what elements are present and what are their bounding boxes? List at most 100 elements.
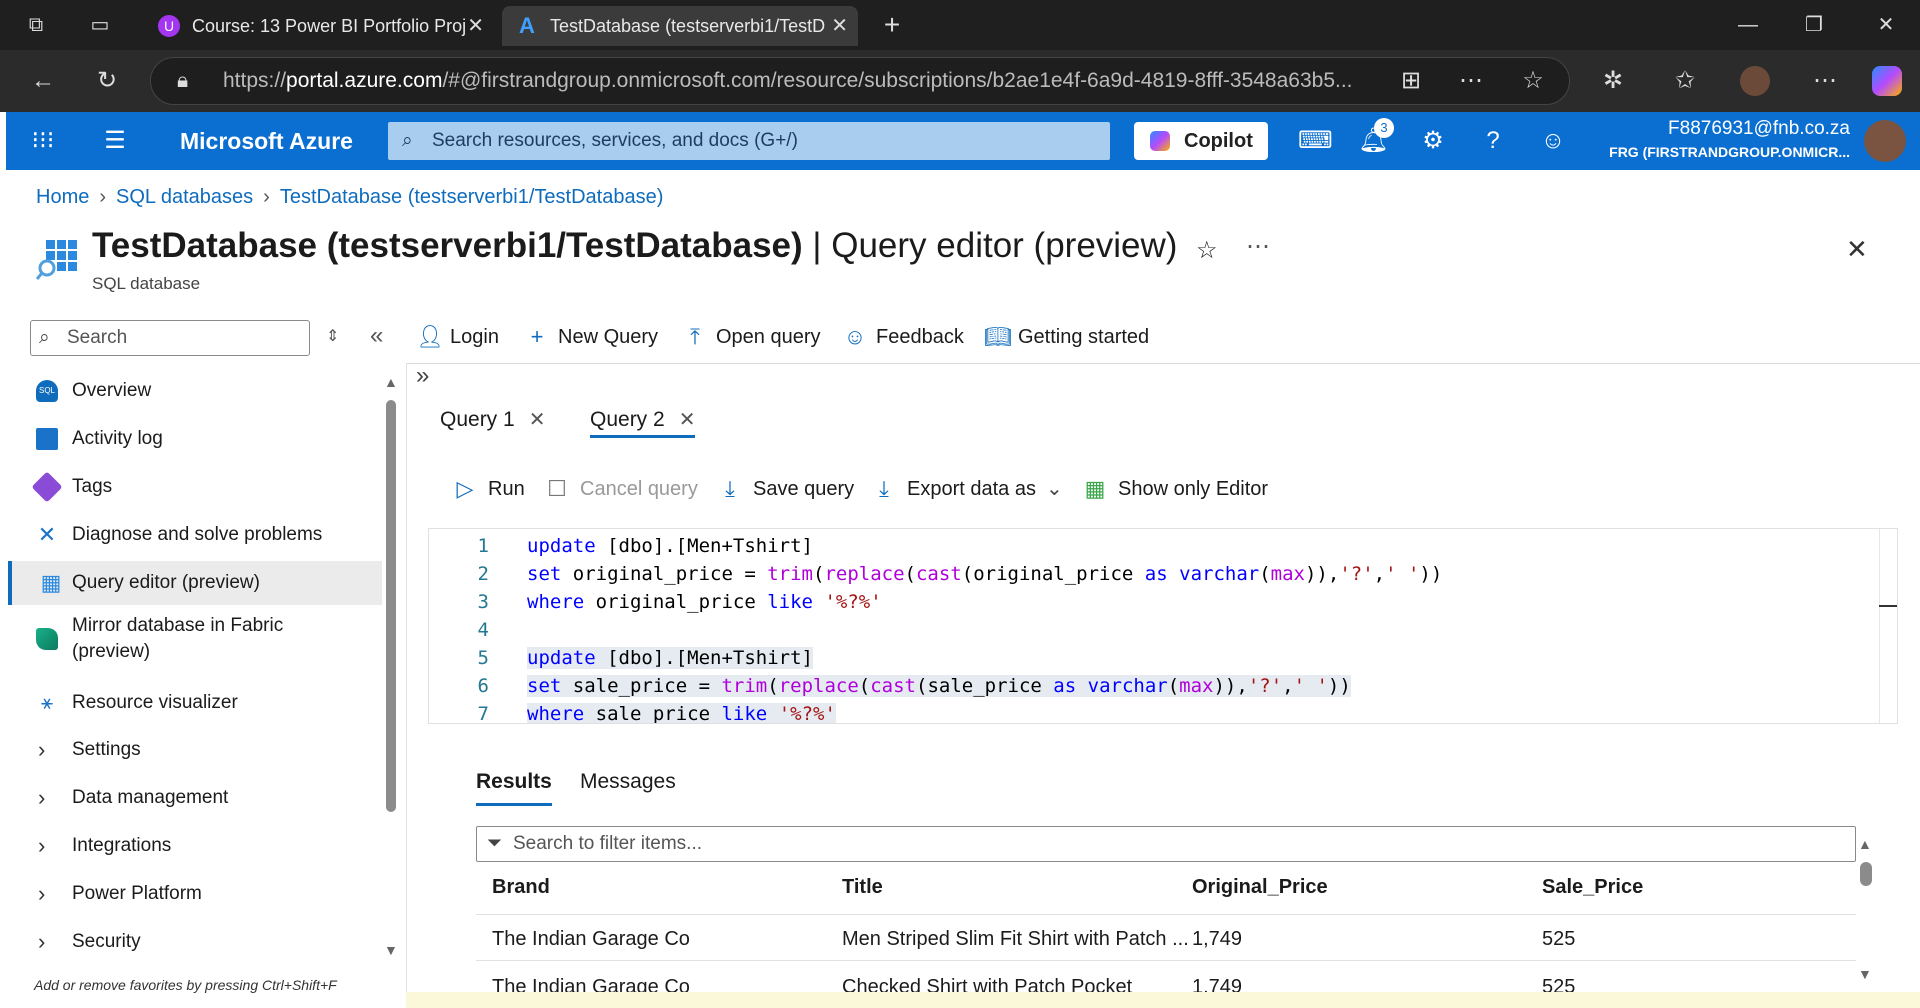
scroll-up-icon[interactable]: ▲ bbox=[1858, 836, 1872, 852]
account-email[interactable]: F8876931@fnb.co.za bbox=[1668, 118, 1850, 140]
open-query-button[interactable]: ⤒ Open query bbox=[682, 322, 820, 352]
breadcrumb-testdatabase[interactable]: TestDatabase (testserverbi1/TestDatabase… bbox=[280, 186, 664, 208]
azure-brand[interactable]: Microsoft Azure bbox=[180, 112, 353, 170]
close-icon[interactable]: ✕ bbox=[679, 409, 696, 431]
close-tab-icon[interactable]: ✕ bbox=[467, 6, 484, 46]
address-bar[interactable]: 🔒︎ https://portal.azure.com/#@firstrandg… bbox=[150, 57, 1570, 105]
tab-title: Course: 13 Power BI Portfolio Proj bbox=[192, 16, 467, 36]
browser-tab-azure[interactable]: A TestDatabase (testserverbi1/TestD ✕ bbox=[502, 6, 858, 46]
new-tab-icon[interactable]: + bbox=[880, 11, 904, 39]
sort-updown-icon[interactable]: ⇕ bbox=[326, 326, 339, 346]
breadcrumb-home[interactable]: Home bbox=[36, 186, 89, 208]
more-options-icon[interactable]: ⋯ bbox=[1246, 232, 1270, 261]
lock-icon[interactable]: 🔒︎ bbox=[177, 58, 188, 104]
minimize-icon[interactable]: — bbox=[1736, 13, 1760, 37]
favorites-icon[interactable]: ✩ bbox=[1670, 66, 1700, 96]
code-line-6: set sale_price = trim(replace(cast(sale_… bbox=[527, 675, 1351, 697]
sidebar-group-security[interactable]: › Security bbox=[8, 920, 382, 964]
tab-messages[interactable]: Messages bbox=[580, 770, 676, 806]
sidebar-item-mirror-fabric[interactable]: Mirror database in Fabric (preview) bbox=[8, 609, 382, 669]
column-header-title[interactable]: Title bbox=[842, 876, 883, 899]
cancel-query-button[interactable]: ☐ Cancel query bbox=[544, 474, 698, 504]
stop-square-icon: ☐ bbox=[547, 476, 567, 501]
account-directory[interactable]: FRG (FIRSTRANDGROUP.ONMICR... bbox=[1609, 144, 1850, 160]
column-header-original-price[interactable]: Original_Price bbox=[1192, 876, 1328, 899]
sidebar-group-settings[interactable]: › Settings bbox=[8, 728, 382, 772]
more-tools-icon[interactable]: ⋯ bbox=[1456, 66, 1486, 96]
sidebar-item-resource-visualizer[interactable]: ⚹ Resource visualizer bbox=[8, 681, 382, 725]
search-placeholder: Search resources, services, and docs (G+… bbox=[432, 130, 798, 151]
profile-avatar[interactable] bbox=[1740, 66, 1770, 96]
collapse-sidebar-icon[interactable]: « bbox=[370, 322, 383, 350]
close-blade-icon[interactable]: ✕ bbox=[1846, 234, 1868, 265]
results-filter-input[interactable]: ⏷ Search to filter items... bbox=[476, 826, 1856, 862]
copilot-browser-icon[interactable] bbox=[1872, 66, 1902, 96]
sidebar-item-query-editor[interactable]: ▦ Query editor (preview) bbox=[8, 561, 382, 605]
tab-query-1[interactable]: Query 1 ✕ bbox=[440, 402, 545, 438]
account-avatar[interactable] bbox=[1864, 120, 1906, 162]
sidebar-group-integrations[interactable]: › Integrations bbox=[8, 824, 382, 868]
favorite-star-icon[interactable]: ☆ bbox=[1196, 236, 1218, 265]
login-button[interactable]: 👤︎ Login bbox=[416, 322, 499, 352]
sidebar-item-tags[interactable]: Tags bbox=[8, 465, 382, 509]
column-header-sale-price[interactable]: Sale_Price bbox=[1542, 876, 1643, 899]
show-only-editor-button[interactable]: ▦ Show only Editor bbox=[1082, 474, 1268, 504]
run-button[interactable]: ▷ Run bbox=[452, 474, 525, 504]
scroll-up-icon[interactable]: ▲ bbox=[384, 374, 398, 390]
table-cell-sale-price: 525 bbox=[1542, 928, 1576, 950]
resource-visualizer-icon: ⚹ bbox=[41, 692, 53, 714]
favorite-star-icon[interactable]: ☆ bbox=[1518, 66, 1548, 96]
sql-code-editor[interactable]: 1 2 3 4 5 6 7 update [dbo].[Men+Tshirt] … bbox=[428, 528, 1898, 724]
save-query-label: Save query bbox=[753, 478, 855, 500]
breadcrumb-sql-databases[interactable]: SQL databases bbox=[116, 186, 253, 208]
close-icon[interactable]: ✕ bbox=[529, 409, 546, 431]
book-icon: 📖︎ bbox=[984, 324, 1012, 349]
restore-icon[interactable]: ❐ bbox=[1802, 13, 1826, 37]
tag-icon bbox=[31, 471, 63, 503]
hamburger-menu-icon[interactable]: ☰ bbox=[100, 126, 130, 156]
tab-query-2[interactable]: Query 2 ✕ bbox=[590, 402, 696, 438]
tab-results[interactable]: Results bbox=[476, 770, 552, 806]
help-icon[interactable]: ? bbox=[1478, 126, 1508, 156]
refresh-icon[interactable]: ↻ bbox=[92, 66, 122, 96]
fabric-icon bbox=[36, 628, 58, 650]
save-query-button[interactable]: ⤓ Save query bbox=[717, 474, 854, 504]
feedback-icon[interactable]: ☺ bbox=[1538, 126, 1568, 156]
export-data-button[interactable]: ⤓ Export data as ⌄ bbox=[871, 474, 1063, 504]
settings-more-icon[interactable]: ⋯ bbox=[1810, 66, 1840, 96]
sidebar-scrollbar[interactable] bbox=[386, 400, 396, 812]
copilot-button[interactable]: Copilot bbox=[1134, 122, 1268, 160]
results-scrollbar[interactable] bbox=[1860, 862, 1872, 886]
column-header-brand[interactable]: Brand bbox=[492, 876, 550, 899]
new-query-button[interactable]: + New Query bbox=[524, 322, 658, 352]
expand-panel-icon[interactable]: » bbox=[416, 362, 429, 390]
browser-tab-course[interactable]: U Course: 13 Power BI Portfolio Proj ✕ bbox=[144, 6, 494, 46]
cloud-shell-icon[interactable]: ⌨ bbox=[1298, 126, 1333, 156]
sidebar-group-power-platform[interactable]: › Power Platform bbox=[8, 872, 382, 916]
scroll-down-icon[interactable]: ▼ bbox=[384, 942, 398, 958]
extensions-icon[interactable]: ✲ bbox=[1598, 66, 1628, 96]
app-available-icon[interactable]: ⊞ bbox=[1396, 66, 1426, 96]
scroll-down-icon[interactable]: ▼ bbox=[1858, 966, 1872, 982]
activity-log-icon bbox=[36, 428, 58, 450]
close-tab-icon[interactable]: ✕ bbox=[831, 6, 848, 46]
close-window-icon[interactable]: ✕ bbox=[1874, 13, 1898, 37]
tab-title: TestDatabase (testserverbi1/TestD bbox=[550, 16, 826, 36]
sidebar-item-label: Overview bbox=[72, 380, 152, 401]
getting-started-label: Getting started bbox=[1018, 326, 1150, 348]
feedback-button[interactable]: ☺ Feedback bbox=[842, 322, 964, 352]
sidebar-item-diagnose[interactable]: ✕ Diagnose and solve problems bbox=[8, 513, 382, 557]
url-path: /#@firstrandgroup.onmicrosoft.com/resour… bbox=[442, 69, 1353, 92]
sidebar-item-overview[interactable]: SQL Overview bbox=[8, 369, 382, 413]
sidebar-group-data-management[interactable]: › Data management bbox=[8, 776, 382, 820]
sidebar-search-input[interactable]: ⌕ Search bbox=[30, 320, 310, 356]
getting-started-button[interactable]: 📖︎ Getting started bbox=[984, 322, 1149, 352]
portal-menu-grid-icon[interactable]: ⁝⁝⁝ bbox=[28, 126, 58, 156]
workspaces-icon[interactable]: ⧉ bbox=[24, 13, 48, 37]
tab-actions-icon[interactable]: ▭ bbox=[88, 13, 112, 37]
sidebar-item-activity-log[interactable]: Activity log bbox=[8, 417, 382, 461]
settings-gear-icon[interactable]: ⚙ bbox=[1418, 126, 1448, 156]
global-search-input[interactable]: ⌕ Search resources, services, and docs (… bbox=[388, 122, 1110, 160]
page-subtitle: SQL database bbox=[92, 274, 201, 293]
back-icon[interactable]: ← bbox=[28, 66, 58, 96]
